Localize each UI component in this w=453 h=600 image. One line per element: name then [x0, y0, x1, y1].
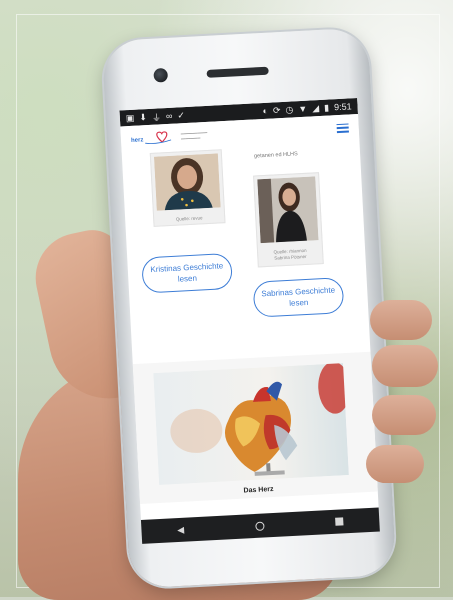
wifi-icon: ▼ — [298, 103, 308, 115]
cell-signal-icon: ◢ — [311, 102, 320, 113]
back-triangle-icon[interactable]: ◀ — [177, 524, 184, 535]
reading-label: getanen ed HLHS — [253, 151, 298, 160]
phone-screen: ▣ ⬇ ⏚ ∞ ✓ ◐ ⟳ ◷ ▼ ◢ ▮ 9:51 herz ━━━━━━━━… — [119, 98, 379, 520]
finger-1 — [370, 300, 432, 340]
heart-model-photo[interactable] — [153, 363, 349, 485]
portrait-sabrina: Quelle: rhiannon Sabrina Pötsner — [253, 172, 324, 268]
stories-section: Quelle: revue getanen ed HLHS Quelle: rh… — [122, 140, 371, 364]
sabrina-photo — [257, 176, 319, 244]
front-camera-icon — [153, 67, 169, 83]
heart-feature: Das Herz — [132, 351, 378, 504]
portrait-kristina: Quelle: revue — [149, 149, 226, 227]
kristina-photo — [153, 153, 221, 211]
download-icon: ⬇ — [139, 111, 148, 122]
finger-3 — [372, 395, 436, 435]
portrait-2-caption-line2: Sabrina Pötsner — [274, 253, 307, 261]
signal-check-icon: ✓ — [177, 109, 186, 120]
hamburger-icon[interactable] — [336, 123, 349, 133]
battery-icon: ▮ — [323, 102, 330, 113]
smartphone: ▣ ⬇ ⏚ ∞ ✓ ◐ ⟳ ◷ ▼ ◢ ▮ 9:51 herz ━━━━━━━━… — [101, 27, 397, 589]
logo-tagline: ━━━━━━━━━━━ ━━━━━━━━ — [180, 129, 208, 142]
image-icon: ▣ — [125, 112, 135, 123]
earpiece-speaker — [206, 66, 269, 78]
sync-icon: ⟳ — [272, 104, 281, 115]
heart-logo-icon: herz — [131, 131, 172, 144]
site-logo[interactable]: herz ━━━━━━━━━━━ ━━━━━━━━ — [131, 127, 222, 146]
portrait-2-caption: Quelle: rhiannon Sabrina Pötsner — [261, 247, 320, 262]
status-left-icons: ▣ ⬇ ⏚ ∞ ✓ — [126, 109, 186, 125]
portrait-1-caption: Quelle: revue — [175, 215, 203, 222]
kristina-story-button[interactable]: Kristinas Geschichte lesen — [141, 252, 233, 294]
usb-icon: ⏚ — [151, 111, 162, 123]
alarm-icon: ◷ — [285, 103, 294, 115]
voicemail-icon: ∞ — [165, 110, 173, 122]
finger-4 — [366, 445, 424, 483]
recent-square-icon[interactable] — [335, 517, 344, 526]
finger-2 — [372, 345, 438, 387]
sabrina-story-button[interactable]: Sabrinas Geschichte lesen — [252, 277, 345, 318]
home-circle-icon[interactable] — [255, 521, 265, 531]
dnd-icon: ◐ — [262, 105, 269, 117]
status-time: 9:51 — [333, 101, 352, 113]
svg-text:herz: herz — [131, 137, 144, 144]
